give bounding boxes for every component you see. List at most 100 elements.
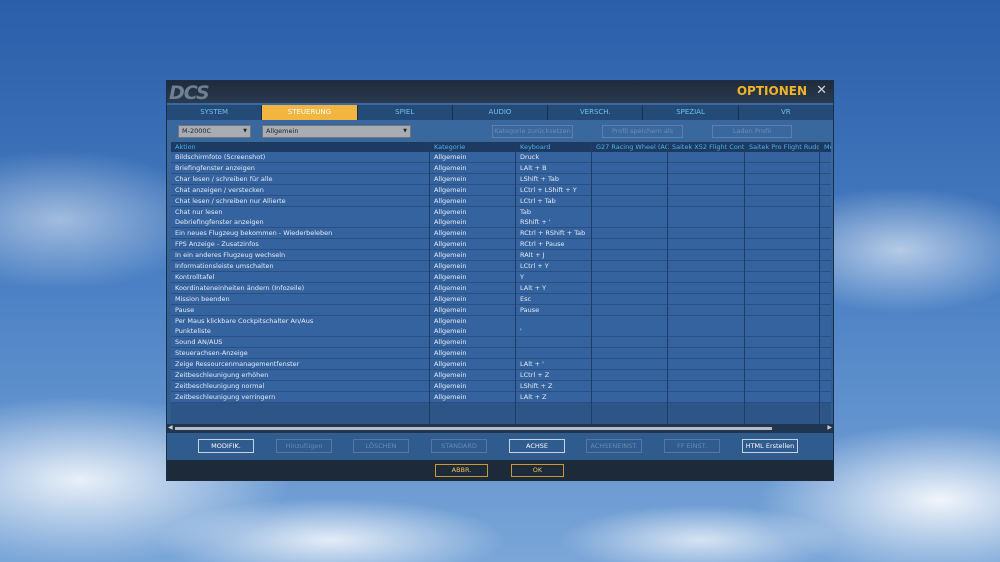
table-row[interactable]: FPS Anzeige - Zusatzinfos Allgemein RCtrl … bbox=[171, 239, 831, 251]
action-button-modifik[interactable]: MODIFIK. bbox=[198, 439, 254, 453]
table-row[interactable]: Chat nur lesen Allgemein Tab bbox=[171, 206, 831, 218]
table-row[interactable]: Pause Allgemein Pause bbox=[171, 304, 831, 316]
column-header[interactable]: G27 Racing Wheel (AC bbox=[596, 142, 670, 152]
scroll-right-icon[interactable]: ▶ bbox=[827, 424, 832, 431]
category-select[interactable]: Allgemein ▼ bbox=[262, 125, 411, 138]
column-divider bbox=[667, 142, 668, 424]
options-dialog: DCS OPTIONEN ✕ SYSTEM STEUERUNG SPIEL AU… bbox=[166, 80, 834, 481]
chevron-down-icon: ▼ bbox=[403, 128, 407, 134]
action-cell: Ein neues Flugzeug bekommen - Wiederbele… bbox=[175, 229, 333, 238]
category-cell: Allgemein bbox=[434, 294, 467, 303]
table-row[interactable]: Kontrolltafel Allgemein Y bbox=[171, 271, 831, 283]
action-cell: Kontrolltafel bbox=[175, 272, 215, 281]
reset-category-button[interactable]: Kategorie zurücksetzen bbox=[492, 125, 573, 138]
action-cell: Chat nur lesen bbox=[175, 207, 223, 216]
close-icon[interactable]: ✕ bbox=[816, 83, 827, 98]
dialog-title: OPTIONEN bbox=[736, 84, 807, 98]
table-row[interactable]: Steuerachsen-Anzeige Allgemein bbox=[171, 348, 831, 360]
action-button-achseneinst[interactable]: ACHSENEINST. bbox=[586, 439, 642, 453]
tab-spiel[interactable]: SPIEL bbox=[358, 105, 453, 120]
action-button-löschen[interactable]: LÖSCHEN bbox=[353, 439, 409, 453]
table-row[interactable]: Punkteliste Allgemein ' bbox=[171, 326, 831, 338]
aircraft-select[interactable]: M-2000C ▼ bbox=[178, 125, 251, 138]
action-cell: FPS Anzeige - Zusatzinfos bbox=[175, 240, 259, 249]
action-cell: Bildschirmfoto (Screenshot) bbox=[175, 153, 266, 161]
table-row[interactable]: In ein anderes Flugzeug wechseln Allgemei… bbox=[171, 250, 831, 262]
category-cell: Allgemein bbox=[434, 262, 467, 270]
tab-spezial[interactable]: SPEZIAL bbox=[643, 105, 739, 120]
action-button-hinzufügen[interactable]: Hinzufügen bbox=[276, 439, 332, 453]
table-row[interactable]: Per Maus klickbare Cockpitschalter An/Au… bbox=[171, 315, 831, 327]
table-row[interactable]: Sound AN/AUS Allgemein bbox=[171, 337, 831, 349]
keyboard-cell: LShift + Z bbox=[520, 381, 553, 390]
action-cell: Debriefingfenster anzeigen bbox=[175, 218, 264, 227]
column-header[interactable]: Keyboard bbox=[520, 142, 592, 152]
category-cell: Allgemein bbox=[434, 316, 467, 325]
table-row[interactable]: Chat lesen / schreiben nur Allierte Allge… bbox=[171, 195, 831, 207]
action-cell: Pause bbox=[175, 305, 195, 314]
table-row[interactable]: Zeige Ressourcenmanagementfenster Allgeme… bbox=[171, 359, 831, 371]
column-header[interactable]: Saitek X52 Flight Cont bbox=[672, 142, 746, 152]
table-row[interactable]: Ein neues Flugzeug bekommen - Wiederbele… bbox=[171, 228, 831, 240]
action-cell: Mission beenden bbox=[175, 294, 230, 303]
action-button-achse[interactable]: ACHSE bbox=[509, 439, 565, 453]
category-cell: Allgemein bbox=[434, 251, 467, 260]
action-cell: Punkteliste bbox=[175, 327, 211, 336]
column-divider bbox=[744, 142, 745, 424]
category-cell: Allgemein bbox=[434, 174, 467, 183]
table-row[interactable]: Bildschirmfoto (Screenshot) Allgemein Druc… bbox=[171, 152, 831, 163]
keyboard-cell: RAlt + J bbox=[520, 251, 545, 260]
tab-system[interactable]: SYSTEM bbox=[167, 105, 263, 120]
tab-versch[interactable]: VERSCH. bbox=[548, 105, 644, 120]
table-row[interactable]: Chat anzeigen / verstecken Allgemein LCtrl… bbox=[171, 184, 831, 196]
keyboard-cell: LCtrl + Z bbox=[520, 371, 550, 379]
tab-steuerung[interactable]: STEUERUNG bbox=[262, 105, 358, 120]
tab-audio[interactable]: AUDIO bbox=[453, 105, 549, 120]
horizontal-scrollbar[interactable]: ◀ ▶ bbox=[167, 424, 833, 433]
category-cell: Allgemein bbox=[434, 305, 467, 314]
table-row[interactable]: Zeitbeschleunigung normal Allgemein LShift… bbox=[171, 380, 831, 392]
column-header[interactable]: Aktion bbox=[175, 142, 425, 152]
category-cell: Allgemein bbox=[434, 381, 467, 390]
column-divider bbox=[819, 142, 820, 424]
ok-button[interactable]: OK bbox=[511, 464, 564, 477]
keyboard-cell: LAlt + Z bbox=[520, 392, 547, 401]
column-header[interactable]: Kategorie bbox=[434, 142, 514, 152]
table-row[interactable]: Char lesen / schreiben für alle Allgemein… bbox=[171, 173, 831, 185]
category-cell: Allgemein bbox=[434, 371, 467, 379]
column-header[interactable]: Mo bbox=[824, 142, 831, 152]
save-profile-button[interactable]: Profil speichern als bbox=[602, 125, 683, 138]
table-row[interactable]: Debriefingfenster anzeigen Allgemein RShif… bbox=[171, 217, 831, 229]
action-cell: Zeitbeschleunigung verringern bbox=[175, 392, 276, 401]
category-cell: Allgemein bbox=[434, 338, 467, 347]
load-profile-button[interactable]: Laden Profil bbox=[712, 125, 792, 138]
action-cell: In ein anderes Flugzeug wechseln bbox=[175, 251, 286, 260]
category-cell: Allgemein bbox=[434, 283, 467, 292]
action-button-ff-einst[interactable]: FF EINST. bbox=[664, 439, 720, 453]
scrollbar-thumb[interactable] bbox=[175, 427, 772, 430]
scroll-left-icon[interactable]: ◀ bbox=[168, 424, 173, 431]
category-cell: Allgemein bbox=[434, 229, 467, 238]
table-row[interactable]: Zeitbeschleunigung erhöhen Allgemein LCtrl… bbox=[171, 370, 831, 381]
keyboard-cell: LCtrl + Y bbox=[520, 262, 549, 270]
table-row[interactable]: Informationsleiste umschalten Allgemein LC… bbox=[171, 261, 831, 272]
table-row[interactable]: Mission beenden Allgemein Esc bbox=[171, 293, 831, 305]
column-header[interactable]: Saitek Pro Flight Rudd bbox=[749, 142, 821, 152]
cancel-button[interactable]: ABBR. bbox=[435, 464, 488, 477]
category-cell: Allgemein bbox=[434, 207, 467, 216]
action-cell: Sound AN/AUS bbox=[175, 338, 223, 347]
action-button-html-erstellen[interactable]: HTML Erstellen bbox=[742, 439, 798, 453]
keyboard-cell: ' bbox=[520, 327, 522, 336]
table-header: Aktion Kategorie Keyboard G27 Racing Wheel … bbox=[171, 142, 831, 152]
table-row[interactable]: Zeitbeschleunigung verringern Allgemein LA… bbox=[171, 391, 831, 403]
tab-vr[interactable]: VR bbox=[739, 105, 833, 120]
keyboard-cell: RShift + ' bbox=[520, 218, 551, 227]
category-cell: Allgemein bbox=[434, 163, 467, 172]
keyboard-cell: LShift + Tab bbox=[520, 174, 559, 183]
table-row[interactable]: Koordinateneinheiten ändern (Infozeile) A… bbox=[171, 282, 831, 294]
keyboard-cell: LAlt + Y bbox=[520, 283, 547, 292]
action-cell: Zeige Ressourcenmanagementfenster bbox=[175, 360, 300, 369]
action-button-standard[interactable]: STANDARD bbox=[431, 439, 487, 453]
footer-bar: ABBR. OK bbox=[167, 460, 833, 481]
table-row[interactable]: Briefingfenster anzeigen Allgemein LAlt + … bbox=[171, 162, 831, 174]
